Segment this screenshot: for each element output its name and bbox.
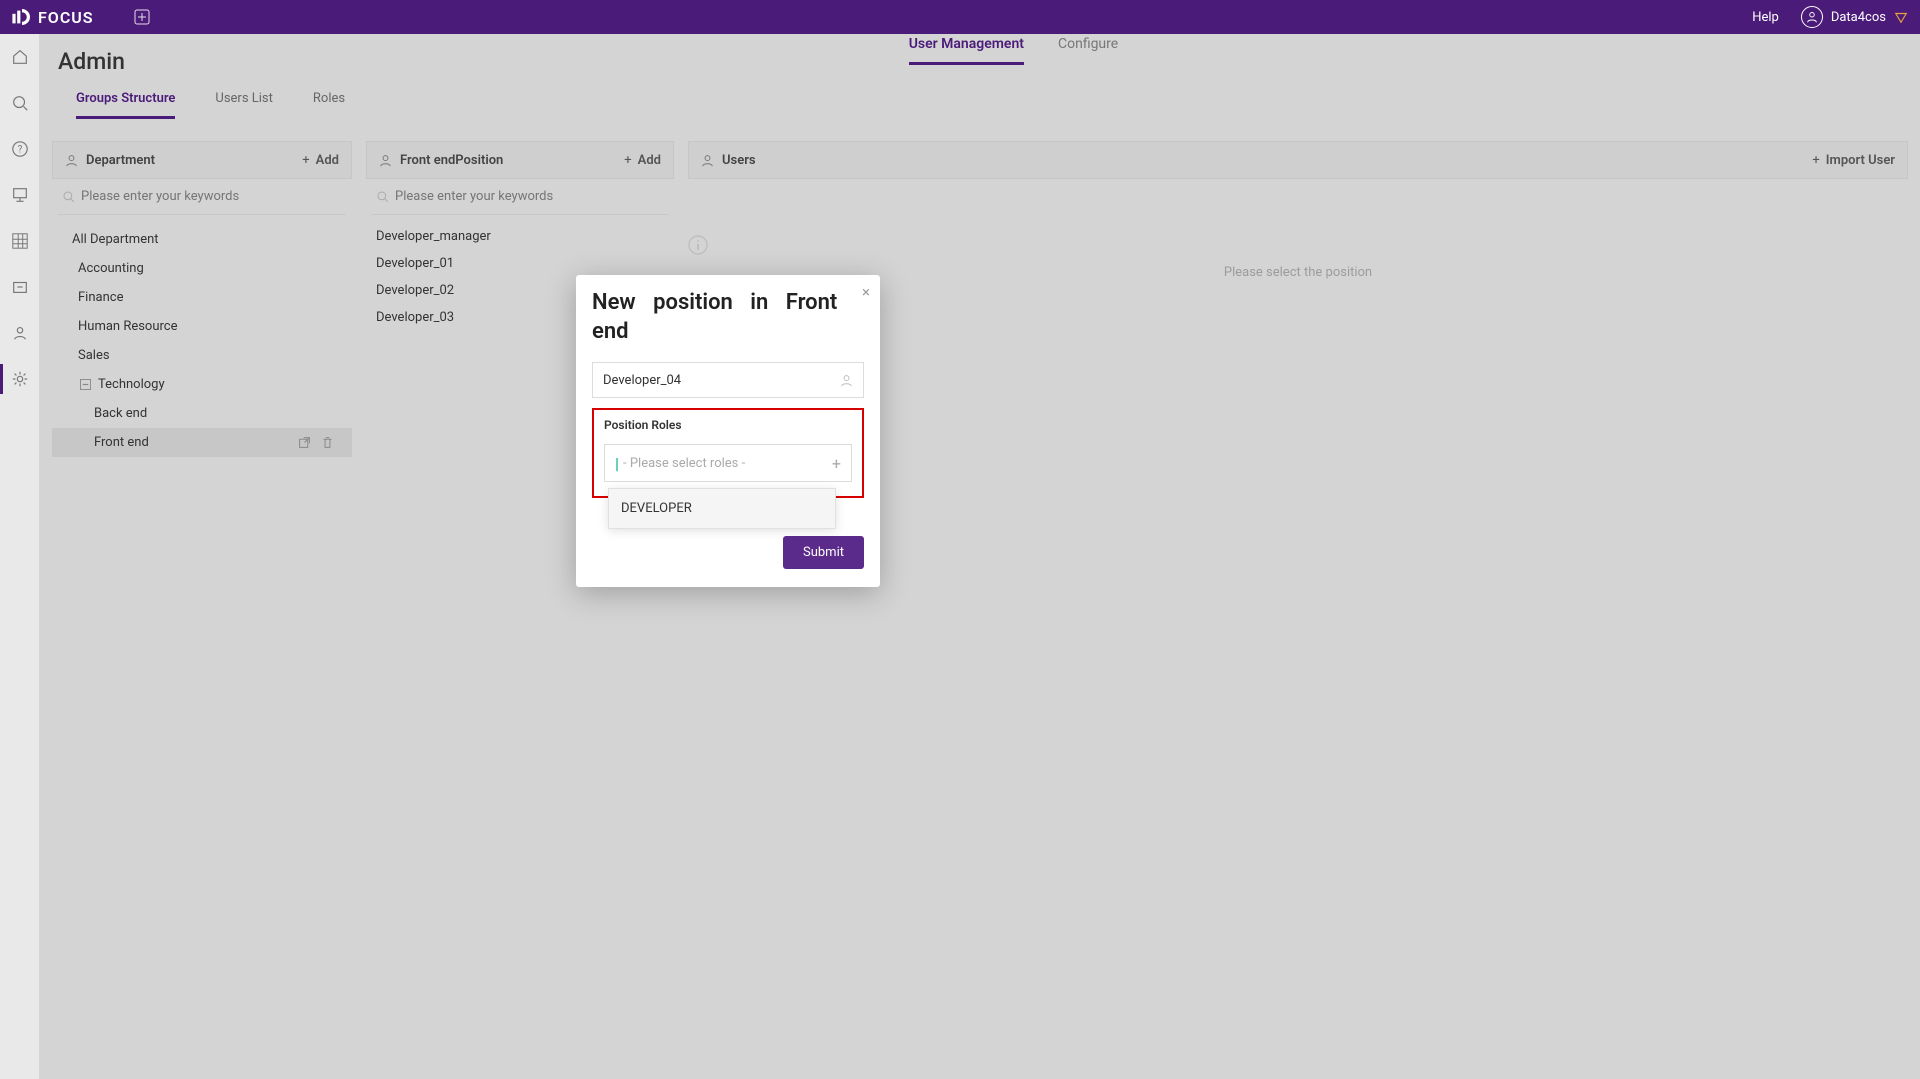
modal-overlay: × New position in Front end Developer_04…: [0, 0, 1920, 1079]
position-name-field[interactable]: Developer_04: [592, 362, 864, 398]
position-roles-section: Position Roles | - Please select roles -…: [592, 408, 864, 498]
roles-dropdown: DEVELOPER: [608, 488, 836, 529]
position-name-value: Developer_04: [603, 373, 681, 388]
roles-select[interactable]: | - Please select roles - +: [604, 444, 852, 482]
submit-button[interactable]: Submit: [783, 536, 864, 569]
text-cursor: |: [615, 454, 619, 473]
close-icon[interactable]: ×: [862, 283, 870, 301]
role-option[interactable]: DEVELOPER: [609, 489, 835, 528]
roles-label: Position Roles: [604, 418, 852, 432]
user-icon: [840, 374, 853, 387]
modal-title: New position in Front end: [592, 289, 864, 346]
plus-icon[interactable]: +: [832, 454, 841, 473]
new-position-modal: × New position in Front end Developer_04…: [576, 275, 880, 587]
roles-placeholder: - Please select roles -: [623, 456, 745, 471]
